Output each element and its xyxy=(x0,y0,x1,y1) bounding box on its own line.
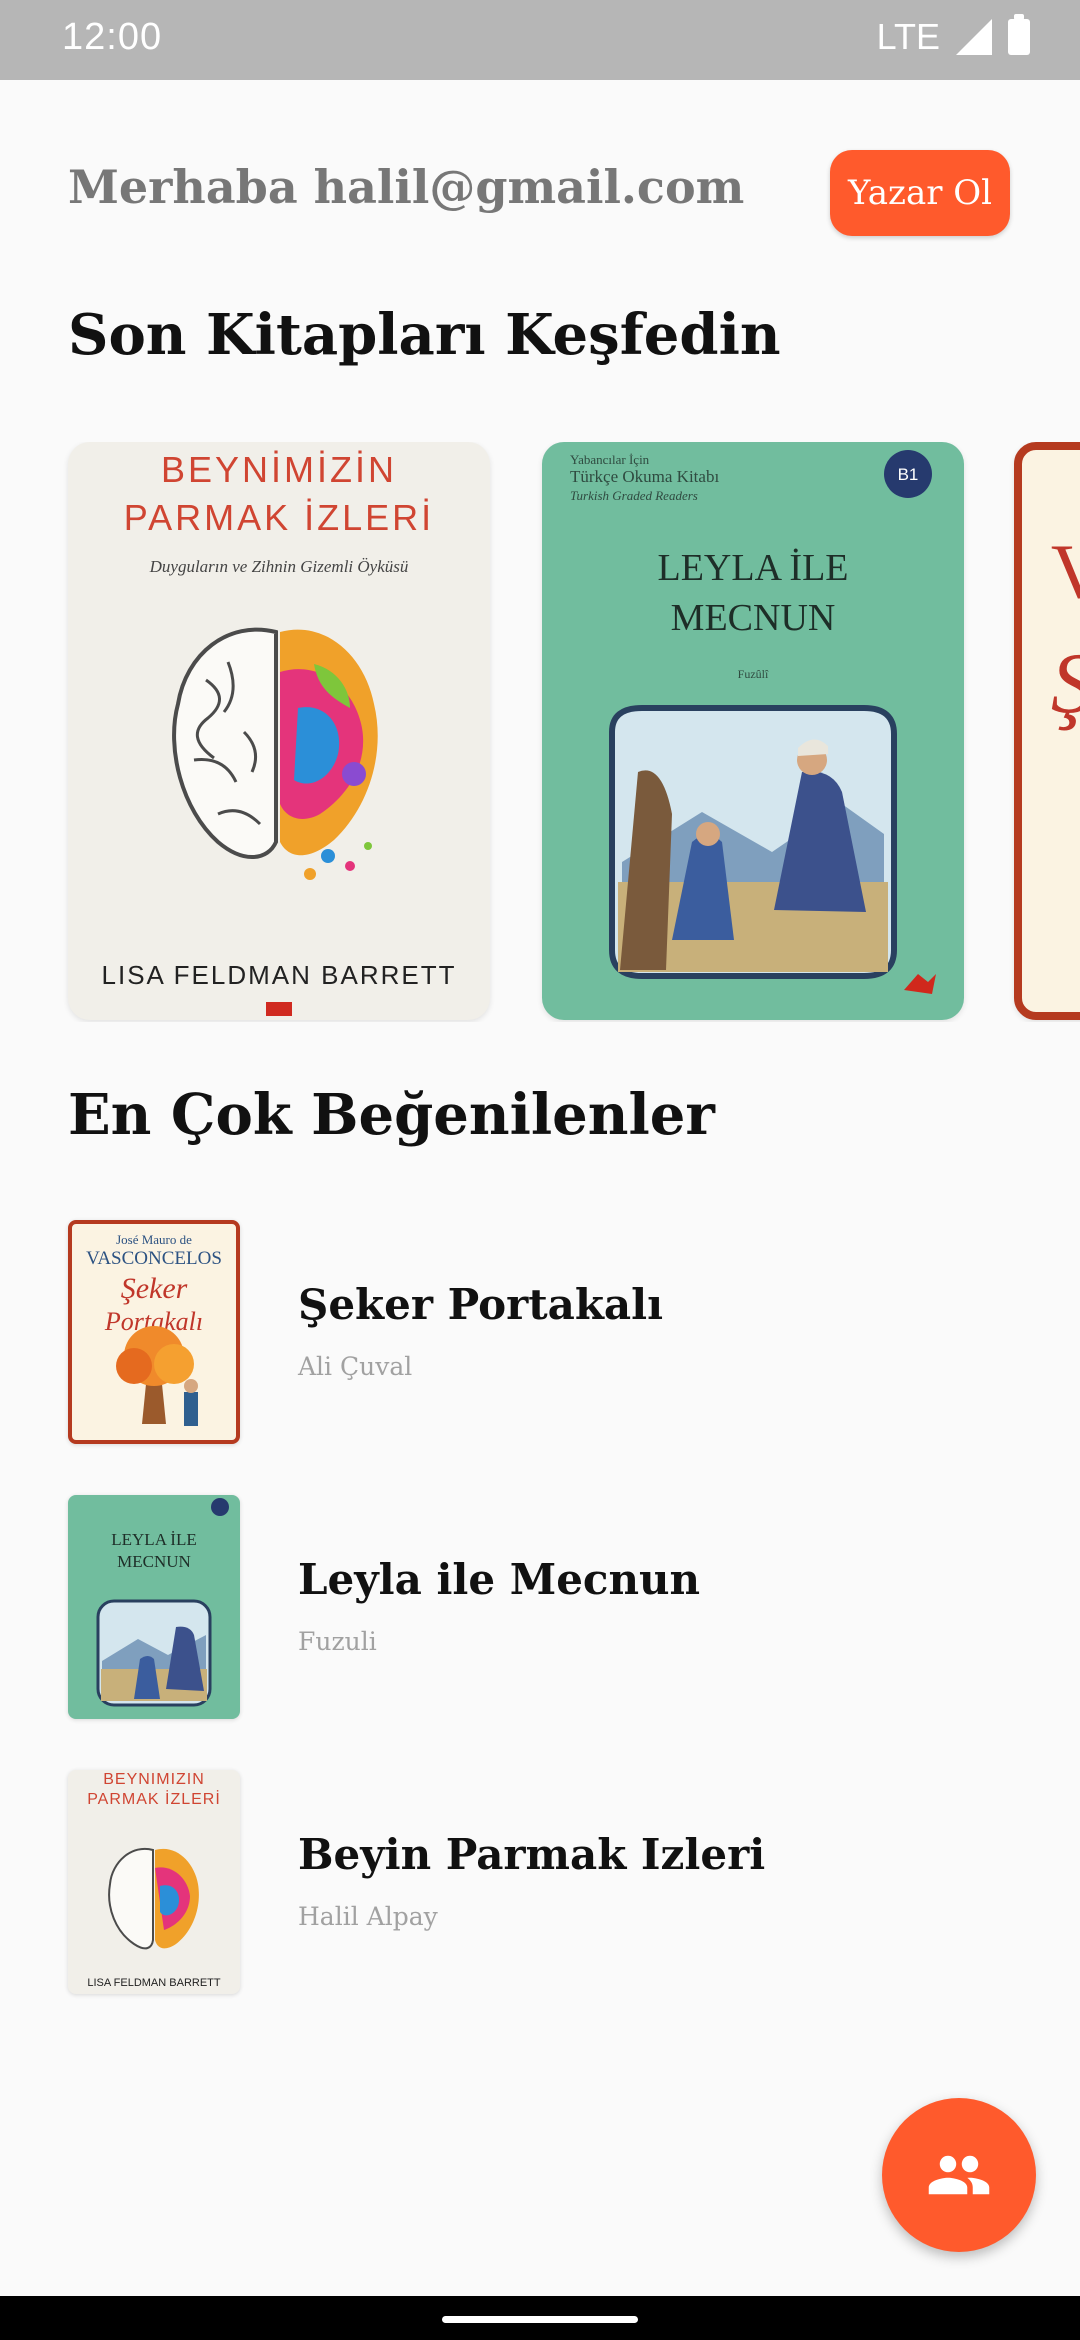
thumb-text: Şeker xyxy=(121,1272,188,1305)
signal-icon xyxy=(956,19,992,55)
cover-series: Turkish Graded Readers xyxy=(570,488,698,503)
book-title: Beyin Parmak Izleri xyxy=(298,1830,766,1879)
community-fab-button[interactable] xyxy=(882,2098,1036,2252)
book-cover-card[interactable]: V Ş xyxy=(1014,442,1080,1020)
thumb-text: LEYLA İLE xyxy=(111,1530,196,1549)
cover-title-line: PARMAK İZLERİ xyxy=(124,497,434,538)
status-time: 12:00 xyxy=(62,16,163,58)
brain-icon xyxy=(172,627,378,880)
illustration-image xyxy=(609,705,897,979)
cover-author: LISA FELDMAN BARRETT xyxy=(102,960,457,990)
become-author-button[interactable]: Yazar Ol xyxy=(830,150,1010,236)
cover-subtitle: Duyguların ve Zihnin Gizemli Öyküsü xyxy=(149,557,409,576)
brain-cover-art: BEYNİMİZİN PARMAK İZLERİ Duyguların ve Z… xyxy=(102,449,457,1016)
cover-title-line: V xyxy=(1051,528,1080,614)
people-icon xyxy=(928,2155,990,2195)
recent-books-title: Son Kitapları Keşfedin xyxy=(68,302,781,368)
leyla-cover-art: Yabancılar İçin Türkçe Okuma Kitabı Turk… xyxy=(570,450,936,994)
status-indicators: LTE xyxy=(876,14,1030,58)
list-item[interactable]: José Mauro de VASCONCELOS Şeker Portakal… xyxy=(68,1220,1012,1444)
battery-icon xyxy=(1008,14,1030,55)
status-bar: 12:00 LTE xyxy=(0,0,1080,80)
cover-series: Türkçe Okuma Kitabı xyxy=(570,467,719,486)
thumb-text: LISA FELDMAN BARRETT xyxy=(87,1977,221,1989)
book-author: Fuzuli xyxy=(298,1627,377,1656)
book-title: Şeker Portakalı xyxy=(298,1280,664,1329)
list-item[interactable]: LEYLA İLE MECNUN Leyla ile Mecnun Fuzuli xyxy=(68,1495,1012,1719)
recent-books-carousel[interactable]: BEYNİMİZİN PARMAK İZLERİ Duyguların ve Z… xyxy=(0,442,1080,1022)
thumb-text: MECNUN xyxy=(117,1552,191,1571)
cover-title-line: LEYLA İLE xyxy=(657,547,848,589)
thumb-text: BEYNIMIZIN xyxy=(103,1771,205,1788)
seker-cover-art: V Ş xyxy=(1051,528,1080,732)
thumb-text: José Mauro de xyxy=(116,1232,192,1247)
book-title: Leyla ile Mecnun xyxy=(298,1555,701,1604)
book-cover-card[interactable]: BEYNİMİZİN PARMAK İZLERİ Duyguların ve Z… xyxy=(68,442,490,1020)
home-indicator[interactable] xyxy=(442,2316,638,2323)
cover-title-line: Ş xyxy=(1051,636,1080,732)
thumb-text: PARMAK İZLERİ xyxy=(87,1789,221,1808)
popular-books-title: En Çok Beğenilenler xyxy=(68,1082,715,1148)
thumb-text: VASCONCELOS xyxy=(86,1248,222,1269)
cover-author: Fuzûlî xyxy=(738,667,769,681)
cover-title-line: MECNUN xyxy=(671,597,836,639)
book-thumbnail: BEYNIMIZIN PARMAK İZLERİ LISA FELDMAN BA… xyxy=(68,1770,240,1994)
cover-series: Yabancılar İçin xyxy=(570,452,650,467)
list-item[interactable]: BEYNIMIZIN PARMAK İZLERİ LISA FELDMAN BA… xyxy=(68,1770,1012,1994)
book-cover-card[interactable]: Yabancılar İçin Türkçe Okuma Kitabı Turk… xyxy=(542,442,964,1020)
cover-title-line: BEYNİMİZİN xyxy=(161,449,397,490)
greeting-text: Merhaba halil@gmail.com xyxy=(68,160,745,214)
book-thumbnail: LEYLA İLE MECNUN xyxy=(68,1495,240,1719)
level-label: B1 xyxy=(898,465,919,484)
book-author: Ali Çuval xyxy=(298,1352,413,1381)
book-thumbnail: José Mauro de VASCONCELOS Şeker Portakal… xyxy=(68,1220,240,1444)
book-author: Halil Alpay xyxy=(298,1902,438,1931)
network-type: LTE xyxy=(876,16,940,57)
